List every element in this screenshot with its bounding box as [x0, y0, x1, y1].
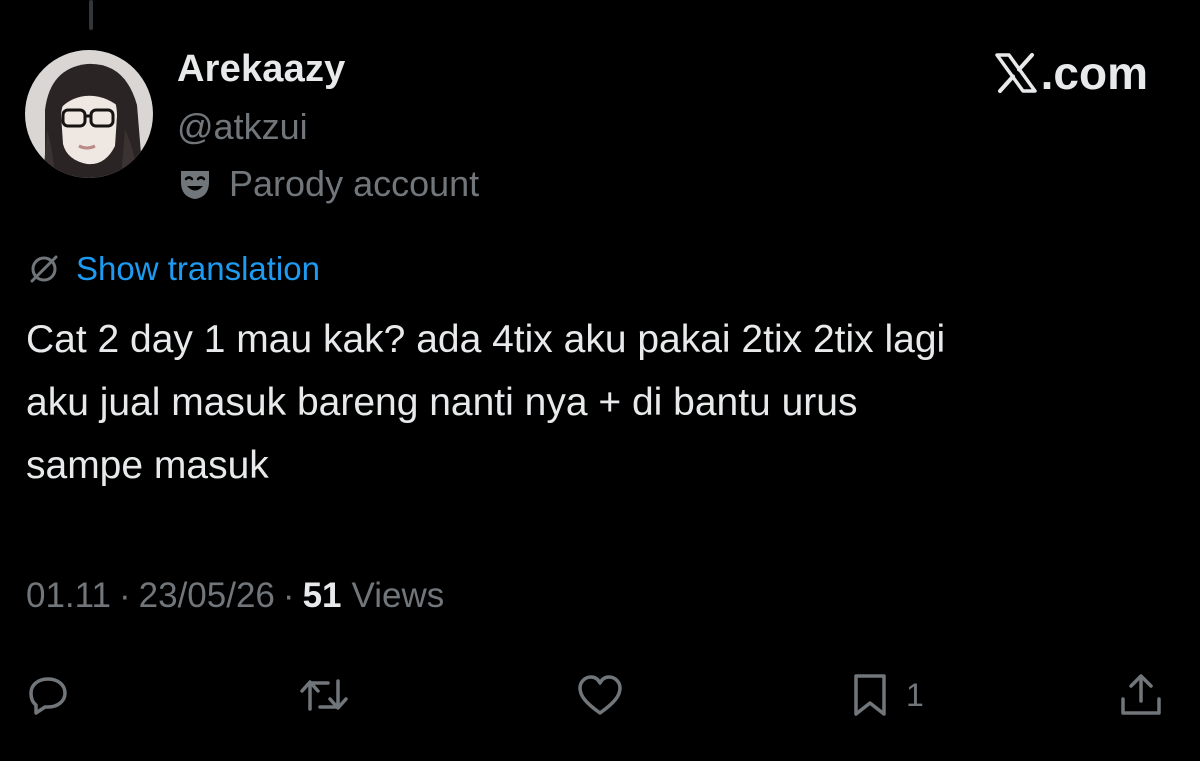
- bookmark-count: 1: [906, 676, 924, 713]
- retweet-icon: [298, 673, 350, 717]
- share-button[interactable]: [1117, 660, 1179, 730]
- globe-translate-icon: [26, 251, 62, 287]
- views-count: 51: [302, 576, 342, 615]
- brand-domain: .com: [1040, 47, 1148, 99]
- retweet-button[interactable]: [298, 660, 364, 730]
- x-logo-icon: [993, 50, 1039, 96]
- heart-icon: [576, 673, 624, 717]
- brand-watermark: .com: [993, 46, 1148, 100]
- parody-account-badge: Parody account: [177, 162, 479, 206]
- parody-account-label: Parody account: [229, 163, 480, 204]
- avatar[interactable]: [25, 50, 153, 178]
- user-handle[interactable]: @atkzui: [177, 106, 308, 148]
- tweet-meta: 01.11 · 23/05/26 · 51 Views: [26, 576, 444, 616]
- avatar-photo: [25, 50, 153, 178]
- tweet-time[interactable]: 01.11: [26, 576, 111, 616]
- like-button[interactable]: [576, 660, 638, 730]
- thread-connector-line: [89, 0, 93, 30]
- views-label: Views: [351, 576, 445, 615]
- bookmark-button[interactable]: 1: [848, 660, 924, 730]
- meta-separator: ·: [119, 576, 131, 615]
- show-translation-link[interactable]: Show translation: [76, 250, 320, 288]
- show-translation[interactable]: Show translation: [26, 248, 320, 290]
- share-icon: [1117, 671, 1165, 719]
- tweet-date[interactable]: 23/05/26: [139, 576, 275, 616]
- action-bar: 1: [0, 660, 1200, 730]
- tweet-text: Cat 2 day 1 mau kak? ada 4tix aku pakai …: [26, 318, 946, 487]
- bookmark-icon: [848, 671, 892, 719]
- reply-button[interactable]: [26, 660, 84, 730]
- reply-icon: [26, 673, 70, 717]
- theater-mask-icon: [177, 166, 213, 202]
- display-name[interactable]: Arekaazy: [177, 48, 346, 91]
- meta-separator: ·: [282, 576, 295, 615]
